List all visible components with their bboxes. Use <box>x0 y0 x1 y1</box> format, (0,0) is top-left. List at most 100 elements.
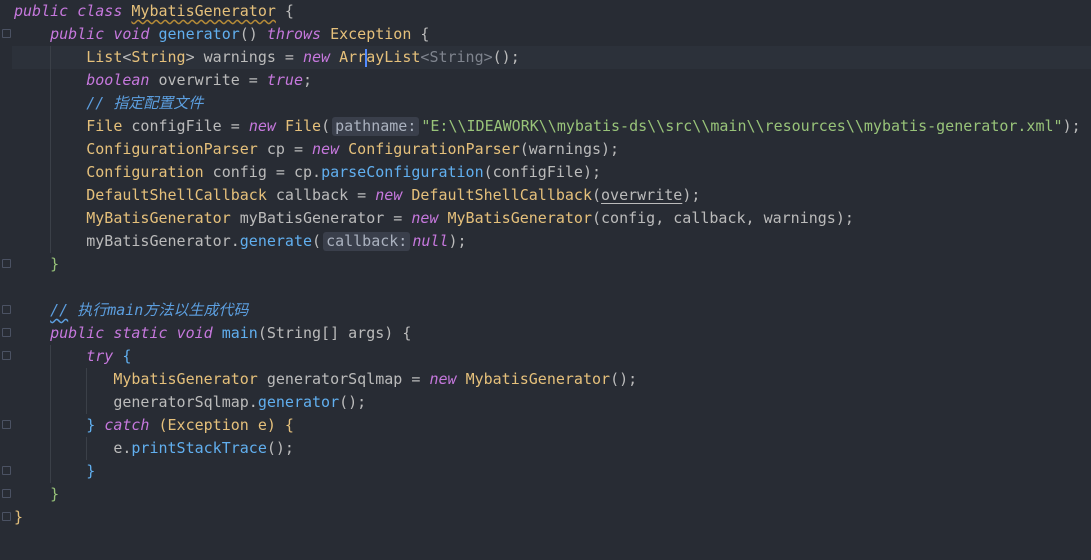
code-line-generator-instance[interactable]: MyBatisGenerator myBatisGenerator = new … <box>14 207 854 230</box>
keyword: public <box>14 2 69 20</box>
keyword: true <box>266 71 303 89</box>
code-token: ( <box>592 186 602 204</box>
code-token: cp = <box>257 140 313 158</box>
code-line-method-generator[interactable]: public void generator() throws Exception… <box>14 23 429 46</box>
code-token: ); <box>1062 117 1081 135</box>
fold-toggle-icon[interactable] <box>2 305 11 314</box>
keyword: boolean <box>86 71 150 89</box>
type-name: ConfigurationParser <box>86 140 258 158</box>
method-name: parseConfiguration <box>321 163 484 181</box>
code-token: } <box>50 255 60 273</box>
method-name: generator <box>257 393 340 411</box>
type-name: String <box>429 48 484 66</box>
method-name: main <box>221 324 258 342</box>
code-line-generate-call[interactable]: myBatisGenerator.generate(callback: null)… <box>14 230 467 253</box>
fold-toggle-icon[interactable] <box>2 29 11 38</box>
code-token: (); <box>339 393 367 411</box>
code-token: { <box>275 2 294 20</box>
type-name: MyBatisGenerator <box>447 209 593 227</box>
code-line-comment[interactable]: // 指定配置文件 <box>14 92 203 115</box>
string-literal: "E:\\IDEAWORK\\mybatis-ds\\src\\main\\re… <box>421 117 1063 135</box>
keyword: void <box>113 25 150 43</box>
code-line-comment[interactable]: // 执行main方法以生成代码 <box>14 299 248 322</box>
code-token: } <box>86 462 96 480</box>
keyword: new <box>411 209 439 227</box>
keyword: throws <box>266 25 322 43</box>
type-name: MybatisGenerator <box>465 370 611 388</box>
code-line-method-main[interactable]: public static void main(String[] args) { <box>14 322 411 345</box>
code-token: (); <box>492 48 520 66</box>
code-line-print-stack[interactable]: e.printStackTrace(); <box>14 437 294 460</box>
type-name: DefaultShellCallback <box>411 186 592 204</box>
fold-toggle-icon[interactable] <box>2 328 11 337</box>
keyword: void <box>176 324 213 342</box>
code-comment: // <box>50 301 69 319</box>
code-line-overwrite[interactable]: boolean overwrite = true; <box>14 69 312 92</box>
code-token: generatorSqlmap = <box>257 370 430 388</box>
method-name: generator <box>158 25 240 43</box>
code-line-warnings[interactable]: List<String> warnings = new ArrayList<St… <box>14 46 520 69</box>
fold-toggle-icon[interactable] <box>2 420 11 429</box>
fold-toggle-icon[interactable] <box>2 259 11 268</box>
code-line-callback[interactable]: DefaultShellCallback callback = new Defa… <box>14 184 700 207</box>
code-token: e. <box>113 439 132 457</box>
keyword: public <box>50 324 105 342</box>
code-token: callback = <box>266 186 376 204</box>
code-editor[interactable]: public class MybatisGenerator { public v… <box>0 0 1091 560</box>
code-line-brace[interactable]: } <box>14 483 59 506</box>
code-comment: // 指定配置文件 <box>86 94 204 112</box>
fold-toggle-icon[interactable] <box>2 489 11 498</box>
code-line-brace[interactable]: } <box>14 460 95 483</box>
keyword: new <box>303 48 331 66</box>
code-line-class-declaration[interactable]: public class MybatisGenerator { <box>14 0 294 23</box>
method-name: generate <box>239 232 313 250</box>
code-line-catch[interactable]: } catch (Exception e) { <box>14 414 294 437</box>
keyword: catch <box>104 416 150 434</box>
keyword: try <box>86 347 114 365</box>
editor-gutter <box>0 0 12 560</box>
code-line-config-file[interactable]: File configFile = new File(pathname: "E:\… <box>14 115 1081 138</box>
code-line-parser[interactable]: ConfigurationParser cp = new Configurati… <box>14 138 619 161</box>
keyword: null <box>412 232 449 250</box>
keyword: new <box>375 186 403 204</box>
type-name: Configuration <box>86 163 204 181</box>
code-token: (warnings); <box>519 140 620 158</box>
code-token: warnings = <box>194 48 303 66</box>
code-token: configFile = <box>122 117 249 135</box>
type-name: String <box>131 48 186 66</box>
type-name: DefaultShellCallback <box>86 186 267 204</box>
code-token: } <box>86 416 105 434</box>
fold-toggle-icon[interactable] <box>2 466 11 475</box>
code-token: } <box>14 508 24 526</box>
code-line-brace[interactable]: } <box>14 506 23 529</box>
code-line-config[interactable]: Configuration config = cp.parseConfigura… <box>14 161 601 184</box>
fold-toggle-icon[interactable] <box>2 351 11 360</box>
code-token: (Exception e) { <box>149 416 294 434</box>
method-name: printStackTrace <box>131 439 267 457</box>
code-line-sqlmap-instance[interactable]: MybatisGenerator generatorSqlmap = new M… <box>14 368 637 391</box>
code-line-brace[interactable]: } <box>14 253 59 276</box>
keyword: new <box>429 370 457 388</box>
code-token: > <box>185 48 195 66</box>
parameter-hint: pathname: <box>332 117 420 136</box>
code-token: overwrite = <box>149 71 267 89</box>
type-name: MyBatisGenerator <box>86 209 231 227</box>
code-token: (config, callback, warnings); <box>592 209 854 227</box>
fold-toggle-icon[interactable] <box>2 512 11 521</box>
code-token: overwrite <box>601 186 683 204</box>
type-name: File <box>284 117 322 135</box>
type-name: MybatisGenerator <box>113 370 258 388</box>
code-line-try[interactable]: try { <box>14 345 131 368</box>
parameter-hint: callback: <box>323 232 411 251</box>
code-token: ); <box>448 232 467 250</box>
code-token: ; <box>303 71 313 89</box>
code-token: ( <box>321 117 331 135</box>
code-line-sqlmap-call[interactable]: generatorSqlmap.generator(); <box>14 391 366 414</box>
code-token: { <box>411 25 430 43</box>
type-name: Arr <box>339 48 367 66</box>
type-name: File <box>86 117 123 135</box>
code-token: > <box>483 48 493 66</box>
keyword: class <box>77 2 123 20</box>
code-token: } <box>50 485 60 503</box>
keyword: new <box>312 140 340 158</box>
